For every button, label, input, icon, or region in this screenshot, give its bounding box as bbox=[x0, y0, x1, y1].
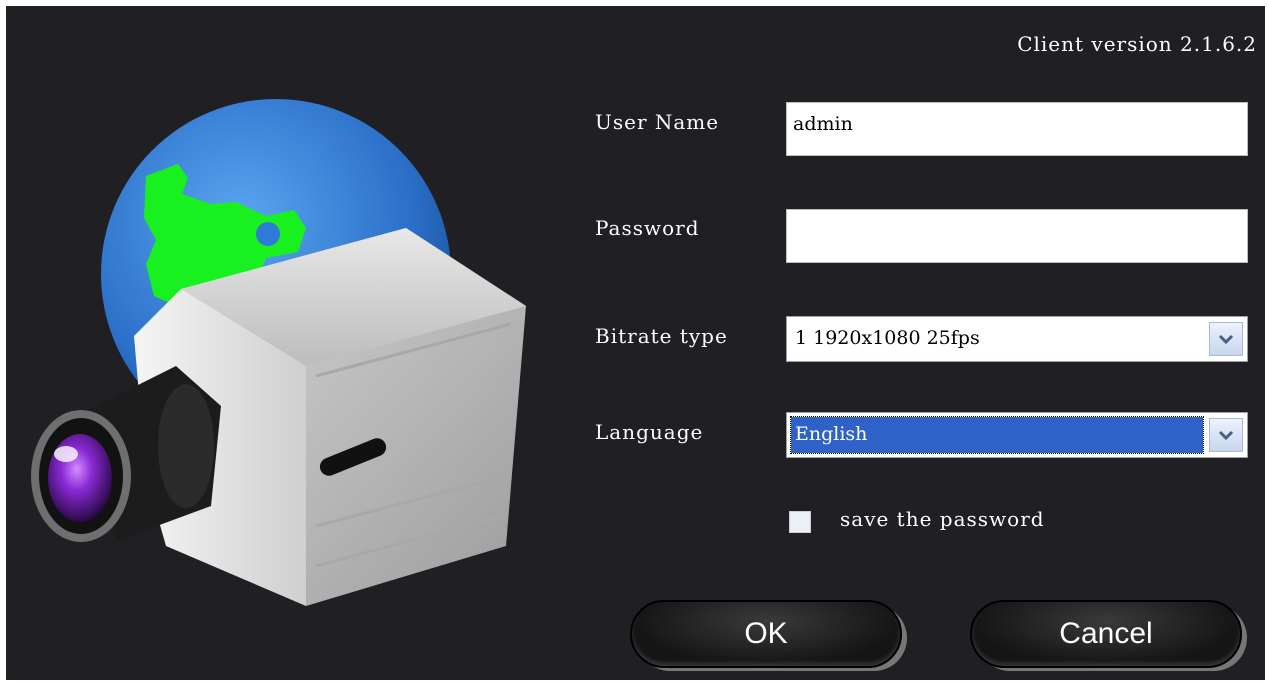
chevron-down-icon[interactable] bbox=[1209, 322, 1243, 356]
bitrate-type-select[interactable]: 1 1920x1080 25fps bbox=[786, 316, 1248, 362]
login-dialog: Client version 2.1.6.2 User Name admin P… bbox=[6, 6, 1265, 680]
username-label: User Name bbox=[595, 110, 720, 134]
password-label: Password bbox=[595, 216, 700, 240]
language-label: Language bbox=[595, 420, 704, 444]
bitrate-type-label: Bitrate type bbox=[595, 324, 728, 348]
cancel-button[interactable]: Cancel bbox=[970, 600, 1242, 668]
language-select[interactable]: English bbox=[786, 412, 1248, 458]
username-field[interactable]: admin bbox=[786, 102, 1248, 156]
ok-button[interactable]: OK bbox=[630, 600, 902, 668]
bitrate-type-value: 1 1920x1080 25fps bbox=[795, 327, 980, 349]
password-field[interactable] bbox=[786, 209, 1248, 263]
client-version-label: Client version 2.1.6.2 bbox=[1017, 32, 1257, 56]
language-value: English bbox=[790, 416, 1204, 454]
save-password-label: save the password bbox=[840, 507, 1045, 531]
save-password-checkbox[interactable] bbox=[789, 511, 811, 533]
chevron-down-icon[interactable] bbox=[1209, 418, 1243, 452]
camera-globe-icon bbox=[31, 99, 526, 606]
